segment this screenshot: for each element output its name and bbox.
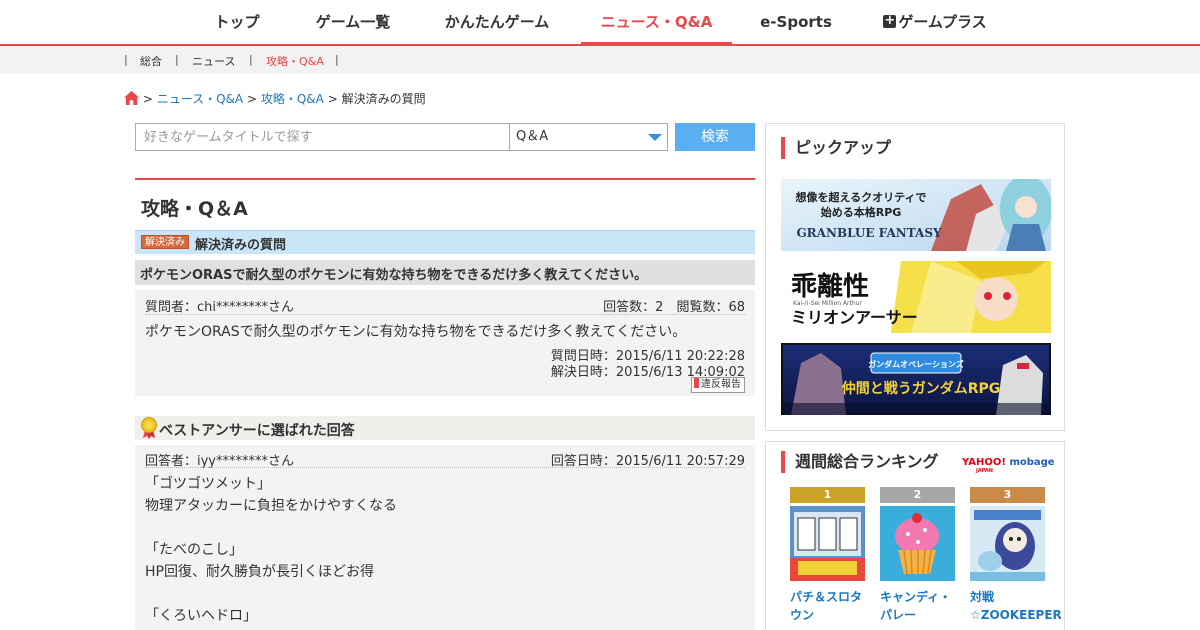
chevron-down-icon [648,134,662,141]
breadcrumb: > ニュース・Q&A > 攻略・Q&A > 解決済みの質問 [124,90,426,107]
answer-box: 回答者：iyy********さん 回答日時：2015/6/11 20:57:2… [135,445,755,630]
flag-icon [694,378,699,388]
game-thumbnail-pachislot[interactable] [790,506,865,581]
breadcrumb-strategy-qa[interactable]: 攻略・Q&A [261,92,324,106]
yahoo-logo-sub: JAPAN [976,468,993,474]
home-icon[interactable] [124,91,139,105]
banner-million-arthur-image: 乖離性 ミリオンアーサー Kai-ri-Sei Million Arthur [781,261,1051,333]
pickup-panel: ピックアップ 想像を超えるクオリティで 始める本格RPG GRANBLUE FA… [765,123,1065,431]
sub-navigation: | 総合 | ニュース | 攻略・Q&A | [0,46,1200,74]
answer-line: 「くろいヘドロ」 [145,608,257,624]
top-navigation: トップ ゲーム一覧 かんたんゲーム ニュース・Q&A e-Sports ゲームプ… [0,0,1200,46]
game-name[interactable]: 対戦☆ZOOKEEPER [970,588,1062,624]
ranking-title: 週間総合ランキング [781,451,939,473]
breadcrumb-separator: > [246,92,258,106]
ranking-item-3[interactable]: 3 対戦☆ZOOKEEPER [970,487,1062,624]
game-thumbnail-image [880,506,955,581]
mobage-logo-text: mobage [1009,457,1055,468]
game-thumbnail-image [970,506,1045,581]
question-body: ポケモンORASで耐久型のポケモンに有効な持ち物をできるだけ多く教えてください。 [145,324,687,340]
breadcrumb-current: 解決済みの質問 [341,92,426,106]
plus-icon [883,14,897,28]
rank-number: 3 [970,487,1045,503]
best-answer-header: ベストアンサーに選ばれた回答 [135,416,755,440]
solved-question-header: 解決済み 解決済みの質問 [135,230,755,254]
search-button[interactable]: 検索 [675,123,755,151]
nav-top[interactable]: トップ [205,0,269,44]
nav-esports[interactable]: e-Sports [756,0,836,44]
dotted-divider [145,467,745,468]
question-title: ポケモンORASで耐久型のポケモンに有効な持ち物をできるだけ多く教えてください。 [135,260,755,285]
nav-game-plus[interactable]: ゲームプラス [870,0,1000,44]
pickup-title: ピックアップ [781,137,891,159]
breadcrumb-separator: > [142,92,153,106]
nav-game-list[interactable]: ゲーム一覧 [305,0,401,44]
banner-small: Kai-ri-Sei Million Arthur [793,300,862,307]
rank-number: 2 [880,487,955,503]
category-select[interactable]: Q＆A [509,123,668,151]
banner-caption-2: 始める本格RPG [821,205,902,219]
solved-question-label: 解決済みの質問 [195,238,287,253]
subnav-separator: | [175,53,179,66]
ranking-panel: 週間総合ランキング YAHOO! mobage JAPAN 1 パチ＆スロタウン… [765,441,1065,630]
medal-icon [141,417,157,439]
game-thumbnail-candy-parade[interactable] [880,506,955,581]
answer-line: 物理アタッカーに負担をかけやすくなる [145,498,397,514]
rank-number: 1 [790,487,865,503]
answer-line: 「ゴツゴツメット」 [145,476,271,492]
category-select-value: Q＆A [516,129,549,144]
question-stats: 回答数：2 閲覧数：68 [603,300,745,315]
banner-logo: GRANBLUE FANTASY [796,226,942,240]
nav-game-plus-label: ゲームプラス [898,13,987,31]
yahoo-logo-text: YAHOO! [962,457,1006,468]
answer-line: 「たべのこし」 [145,542,243,558]
game-name[interactable]: キャンディ・パレー [880,588,955,624]
main-content: 攻略・Q＆A 解決済み 解決済みの質問 ポケモンORASで耐久型のポケモンに有効… [135,178,755,630]
banner-subtitle: ミリオンアーサー [791,308,918,327]
banner-million-arthur[interactable]: 乖離性 ミリオンアーサー Kai-ri-Sei Million Arthur [781,261,1051,333]
game-thumbnail-image [790,506,865,581]
subnav-item-overview[interactable]: 総合 [140,53,162,69]
game-thumbnail-zookeeper[interactable] [970,506,1045,581]
subnav-item-strategy-qa[interactable]: 攻略・Q&A [266,53,324,69]
best-answer-heading: ベストアンサーに選ばれた回答 [159,423,355,439]
page-title: 攻略・Q＆A [141,198,248,220]
banner-granblue-fantasy[interactable]: 想像を超えるクオリティで 始める本格RPG GRANBLUE FANTASY [781,179,1051,251]
answer-body: 「ゴツゴツメット」 物理アタッカーに負担をかけやすくなる 「たべのこし」 HP回… [145,473,397,627]
report-button[interactable]: 違反報告 [691,377,745,393]
subnav-separator: | [249,53,253,66]
banner-gundam-operations[interactable]: ガンダムオペレーションズ 仲間と戦うガンダムRPG [781,343,1051,415]
answer-line: HP回復、耐久勝負が長引くほどお得 [145,564,374,580]
banner-title: 乖離性 [791,271,869,302]
dotted-divider [145,314,745,315]
ranking-item-1[interactable]: 1 パチ＆スロタウン [790,487,865,624]
nav-easy-games[interactable]: かんたんゲーム [437,0,557,44]
solved-badge: 解決済み [141,235,189,249]
nav-news-qa[interactable]: ニュース・Q&A [581,0,732,46]
yahoo-mobage-logo: YAHOO! mobage JAPAN [962,457,1055,474]
game-name[interactable]: パチ＆スロタウン [790,588,865,624]
banner-caption-1: 想像を超えるクオリティで [794,190,926,204]
breadcrumb-separator: > [327,92,338,106]
subnav-separator: | [124,53,128,66]
banner-gundam-title: 仲間と戦うガンダムRPG [842,380,1001,397]
search-input[interactable] [135,123,510,151]
breadcrumb-news-qa[interactable]: ニュース・Q&A [157,92,243,106]
answer-line [145,517,397,539]
banner-gundam-small: ガンダムオペレーションズ [868,359,964,369]
subnav-separator: | [335,53,339,66]
question-box: 質問者：chi********さん 回答数：2 閲覧数：68 ポケモンORASで… [135,290,755,396]
answer-line [145,583,397,605]
subnav-item-news[interactable]: ニュース [192,53,235,69]
report-button-label: 違反報告 [701,379,741,390]
banner-gundam-image: ガンダムオペレーションズ 仲間と戦うガンダムRPG [781,343,1051,415]
asker-name[interactable]: 質問者：chi********さん [145,296,294,315]
banner-granblue-image: 想像を超えるクオリティで 始める本格RPG GRANBLUE FANTASY [781,179,1051,251]
ranking-item-2[interactable]: 2 キャンディ・パレー [880,487,955,624]
